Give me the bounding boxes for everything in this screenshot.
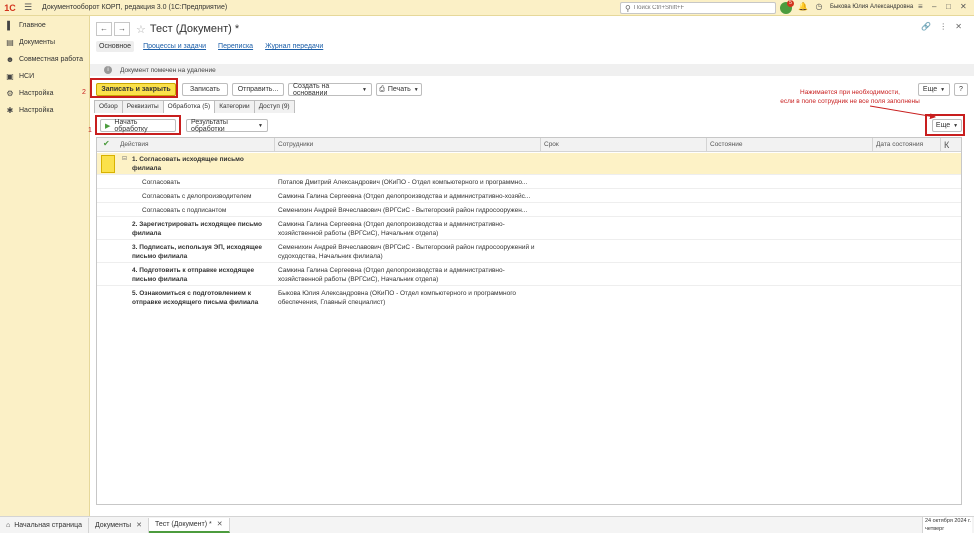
- home-icon: ⌂: [6, 521, 11, 529]
- window-tab-label: Документы: [94, 521, 132, 529]
- window-tab-test-document[interactable]: Тест (Документ) * ✕: [148, 517, 230, 533]
- window-tab-home[interactable]: ⌂ Начальная страница: [0, 517, 89, 533]
- close-tab-icon[interactable]: ✕: [217, 520, 223, 528]
- clock-date: 24 октября 2024 г.: [925, 518, 971, 524]
- open-windows-bar: ⌂ Начальная страница Документы ✕ Тест (Д…: [0, 516, 974, 533]
- window-tab-label: Тест (Документ) *: [154, 520, 212, 528]
- clock-weekday: четверг: [925, 526, 945, 532]
- window-tab-label: Начальная страница: [14, 521, 82, 529]
- window-tab-documents[interactable]: Документы ✕: [89, 517, 149, 533]
- annotation-arrow: [869, 105, 936, 120]
- close-tab-icon[interactable]: ✕: [136, 521, 142, 529]
- system-clock: 24 октября 2024 г. четверг: [922, 517, 972, 533]
